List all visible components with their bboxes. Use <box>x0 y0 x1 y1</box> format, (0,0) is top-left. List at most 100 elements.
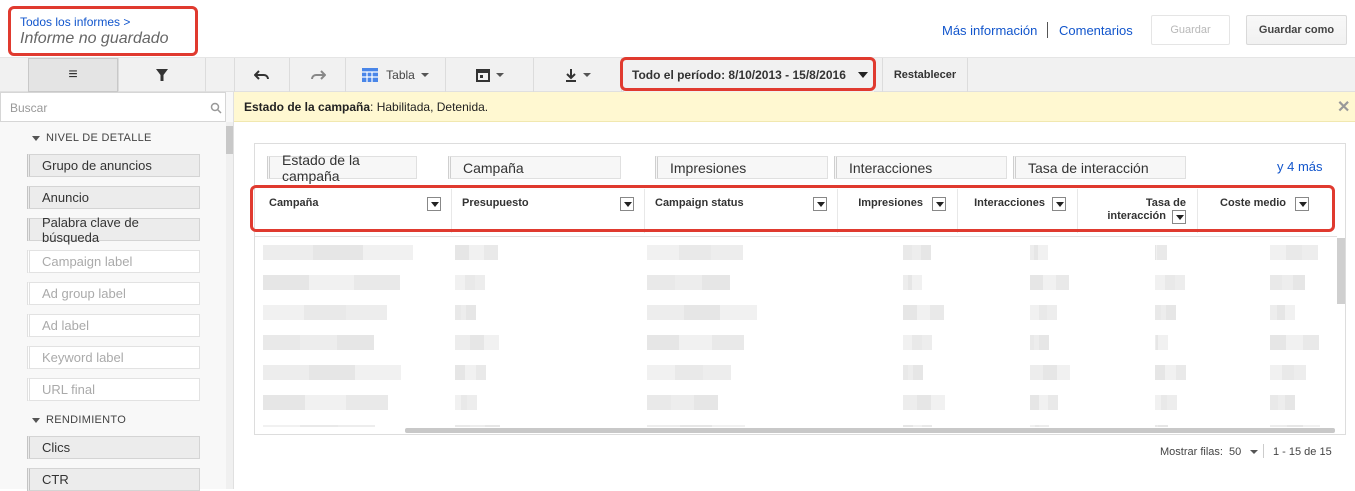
redacted-cell <box>263 305 305 320</box>
redacted-cell <box>1293 275 1305 290</box>
redacted-cell <box>913 365 923 380</box>
redacted-cell <box>263 275 309 290</box>
redacted-cell <box>1155 275 1165 290</box>
column-chip[interactable]: Impresiones <box>655 156 828 179</box>
column-chip[interactable]: Estado de la campaña <box>267 152 417 184</box>
redacted-cell <box>1270 275 1282 290</box>
redacted-cell <box>455 425 470 427</box>
highlight-headers-box <box>250 185 1335 232</box>
redacted-cell <box>703 365 731 380</box>
redacted-cell <box>1056 275 1069 290</box>
chevron-down-icon <box>495 73 504 77</box>
close-icon[interactable]: ✕ <box>1337 97 1350 117</box>
column-chip[interactable]: Tasa de interacción <box>1013 156 1186 179</box>
field-chip[interactable]: Anuncio <box>27 186 200 209</box>
redacted-cell <box>483 245 498 260</box>
notice-text: Estado de la campaña: Habilitada, Deteni… <box>244 100 488 114</box>
reset-button[interactable]: Restablecer <box>882 58 968 92</box>
search-input[interactable]: Buscar <box>0 92 226 122</box>
redacted-cell <box>1043 365 1057 380</box>
performance-section-title[interactable]: RENDIMIENTO <box>31 414 126 426</box>
more-columns-link[interactable]: y 4 más <box>1277 159 1323 174</box>
redacted-cell <box>465 275 475 290</box>
redacted-cell <box>1175 275 1185 290</box>
redacted-cell <box>1165 275 1175 290</box>
field-chip[interactable]: Palabra clave de búsqueda <box>27 215 200 245</box>
field-chip[interactable]: Clics <box>27 436 200 459</box>
redacted-cell <box>1284 305 1295 320</box>
rows-per-page-select[interactable]: 50 <box>1229 446 1259 458</box>
download-dropdown[interactable] <box>534 58 622 92</box>
redacted-cell <box>647 335 680 350</box>
redacted-cell <box>345 305 387 320</box>
filter-button[interactable] <box>118 58 206 92</box>
redacted-cell <box>346 395 388 410</box>
table-row[interactable] <box>255 303 1337 321</box>
download-icon <box>565 69 576 82</box>
redacted-cell <box>263 395 305 410</box>
redacted-cell <box>1270 365 1282 380</box>
redacted-cell <box>903 395 917 410</box>
undo-button[interactable] <box>234 58 290 92</box>
redacted-cell <box>647 305 684 320</box>
field-chip[interactable]: Campaign label <box>27 250 200 273</box>
comments-link[interactable]: Comentarios <box>1059 23 1133 38</box>
table-row[interactable] <box>255 243 1337 261</box>
redacted-cell <box>469 245 484 260</box>
redacted-cell <box>683 305 721 320</box>
table-row[interactable] <box>255 393 1337 411</box>
sidebar-scrollbar[interactable] <box>226 122 233 489</box>
chevron-down-icon <box>1250 450 1259 455</box>
redacted-cell <box>647 275 675 290</box>
table-icon <box>362 68 379 82</box>
table-row[interactable] <box>255 363 1337 381</box>
detail-level-section-title[interactable]: NIVEL DE DETALLE <box>32 132 152 144</box>
field-chip[interactable]: CTR <box>27 468 200 491</box>
highlight-title-box <box>8 6 198 56</box>
redacted-cell <box>469 335 485 350</box>
field-chip[interactable]: Keyword label <box>27 346 200 369</box>
redacted-cell <box>263 245 313 260</box>
redo-button[interactable] <box>290 58 346 92</box>
redacted-cell <box>484 335 499 350</box>
redacted-cell <box>1286 425 1304 427</box>
redacted-cell <box>475 365 486 380</box>
redacted-cell <box>1270 425 1287 427</box>
column-chip[interactable]: Campaña <box>448 156 621 179</box>
sidebar-scroll-thumb[interactable] <box>226 126 233 154</box>
table-row[interactable] <box>255 273 1337 291</box>
redacted-cell <box>1157 335 1168 350</box>
field-chip[interactable]: URL final <box>27 378 200 401</box>
field-chip[interactable]: Ad group label <box>27 282 200 305</box>
table-row[interactable] <box>255 333 1337 351</box>
table-view-dropdown[interactable]: Tabla <box>346 58 446 92</box>
redacted-cell <box>355 365 401 380</box>
notice-value: : Habilitada, Detenida. <box>370 100 489 114</box>
list-icon: ≡ <box>68 66 78 83</box>
redacted-cell <box>921 245 931 260</box>
table-row[interactable] <box>255 423 1337 427</box>
redacted-cell <box>916 305 931 320</box>
redacted-cell <box>922 425 933 427</box>
field-chip[interactable]: Ad label <box>27 314 200 337</box>
horizontal-scrollbar[interactable] <box>405 428 1335 433</box>
redacted-cell <box>1285 395 1296 410</box>
redacted-cell <box>1030 365 1044 380</box>
save-button[interactable]: Guardar <box>1151 15 1230 45</box>
redacted-cell <box>1302 335 1319 350</box>
redacted-cell <box>912 425 923 427</box>
redacted-cell <box>1165 365 1176 380</box>
field-chip[interactable]: Grupo de anuncios <box>27 154 200 177</box>
table-body <box>255 237 1337 427</box>
redacted-cell <box>1038 245 1048 260</box>
redacted-cell <box>1303 425 1320 427</box>
vertical-scrollbar[interactable] <box>1337 238 1345 304</box>
redacted-cell <box>470 425 485 427</box>
redacted-cell <box>1294 365 1306 380</box>
save-as-button[interactable]: Guardar como <box>1246 15 1347 45</box>
chart-dropdown[interactable] <box>446 58 534 92</box>
fields-view-button[interactable]: ≡ <box>28 58 118 92</box>
more-info-link[interactable]: Más información <box>942 23 1037 38</box>
redacted-cell <box>467 395 477 410</box>
column-chip[interactable]: Interacciones <box>834 156 1007 179</box>
